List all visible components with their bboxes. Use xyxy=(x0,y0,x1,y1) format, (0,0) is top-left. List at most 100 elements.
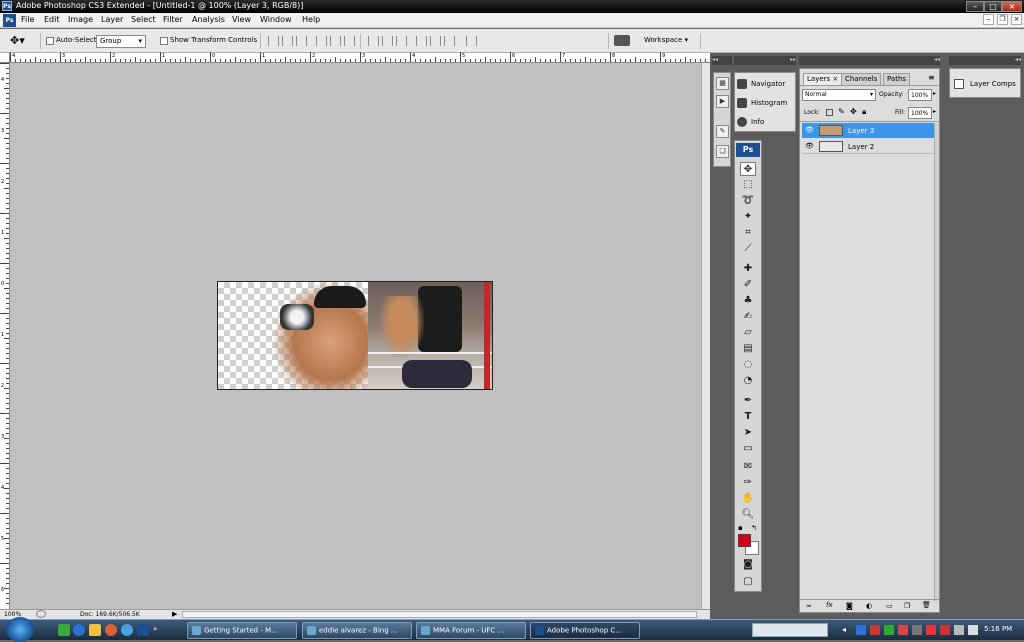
quicklaunch-overflow-icon[interactable]: » xyxy=(153,625,157,633)
menu-analysis[interactable]: Analysis xyxy=(192,15,225,24)
maximize-icon[interactable]: □ xyxy=(984,1,1002,12)
align-right-icon[interactable] xyxy=(344,36,355,46)
ruler-top[interactable]: 4 3 2 1 0 1 2 3 4 5 6 7 8 9 xyxy=(10,52,710,63)
distribute-hcenter-icon[interactable] xyxy=(430,36,441,46)
taskbar-search-box[interactable] xyxy=(752,623,828,637)
align-vcenter-icon[interactable] xyxy=(282,36,293,46)
status-menu-arrow-icon[interactable]: ▶ xyxy=(172,610,177,618)
task-button[interactable]: MMA Forum - UFC ... xyxy=(416,622,526,639)
minimize-icon[interactable]: – xyxy=(966,1,984,12)
menu-file[interactable]: File xyxy=(21,15,34,24)
layer-row-2[interactable]: 👁︎ Layer 2 xyxy=(802,139,936,154)
shape-tool-icon[interactable]: ▭ xyxy=(740,442,756,456)
history-brush-tool-icon[interactable]: ✍ xyxy=(740,310,756,324)
tab-paths[interactable]: Paths xyxy=(883,73,911,85)
lock-position-icon[interactable]: ✥ xyxy=(850,107,857,116)
blend-mode-dropdown[interactable]: Normal ▾ xyxy=(802,89,876,101)
quicklaunch-desktop-icon[interactable] xyxy=(58,624,70,636)
vertical-scrollbar[interactable] xyxy=(701,63,710,609)
status-info-icon[interactable] xyxy=(36,610,46,618)
menu-view[interactable]: View xyxy=(232,15,251,24)
distribute-vcenter-icon[interactable] xyxy=(382,36,393,46)
tray-expand-icon[interactable]: ◂ xyxy=(842,625,846,634)
distribute-top-icon[interactable] xyxy=(368,36,379,46)
clone-source-icon[interactable]: ❏ xyxy=(716,145,729,158)
auto-select-checkbox[interactable] xyxy=(46,37,54,45)
magic-wand-tool-icon[interactable]: ✦ xyxy=(740,210,756,224)
dock-collapse-icon-1[interactable]: ◂◂ xyxy=(712,56,732,65)
menu-filter[interactable]: Filter xyxy=(163,15,183,24)
info-item[interactable]: Info xyxy=(737,117,764,127)
marquee-tool-icon[interactable]: ⬚ xyxy=(740,178,756,192)
lock-pixels-icon[interactable]: ✎ xyxy=(838,107,845,116)
layer-comps-panel[interactable]: Layer Comps xyxy=(949,68,1021,98)
auto-align-icon[interactable] xyxy=(466,36,477,46)
tab-channels[interactable]: Channels xyxy=(841,73,882,85)
screen-mode-icon[interactable]: ▢ xyxy=(740,575,756,589)
notes-tool-icon[interactable]: ✉ xyxy=(740,460,756,474)
align-bottom-icon[interactable] xyxy=(296,36,307,46)
menu-edit[interactable]: Edit xyxy=(44,15,60,24)
align-left-icon[interactable] xyxy=(316,36,327,46)
visibility-eye-icon[interactable]: 👁︎ xyxy=(805,142,814,150)
quicklaunch-ie2-icon[interactable] xyxy=(121,624,133,636)
mask-icon[interactable]: ◙ xyxy=(846,602,853,610)
fill-field[interactable]: 100% xyxy=(908,107,932,119)
tray-icon-2[interactable] xyxy=(870,625,880,635)
tray-icon-5[interactable] xyxy=(912,625,922,635)
tray-icon-3[interactable] xyxy=(884,625,894,635)
navigator-item[interactable]: Navigator xyxy=(737,79,785,89)
quick-mask-icon[interactable]: ◙ xyxy=(740,558,756,572)
quicklaunch-ps-icon[interactable] xyxy=(137,624,149,636)
swap-colors-icon[interactable]: ↰ xyxy=(751,524,757,532)
adjustment-icon[interactable]: ◐ xyxy=(866,602,872,610)
distribute-bottom-icon[interactable] xyxy=(396,36,407,46)
opacity-arrow-icon[interactable]: ▸ xyxy=(933,90,936,97)
blur-tool-icon[interactable]: ◌ xyxy=(740,358,756,372)
bridge-icon[interactable] xyxy=(614,35,630,46)
zoom-tool-icon[interactable]: 🔍︎ xyxy=(740,508,756,522)
quicklaunch-ie-icon[interactable] xyxy=(73,624,85,636)
tray-icon-4[interactable] xyxy=(898,625,908,635)
menu-window[interactable]: Window xyxy=(260,15,292,24)
lock-all-icon[interactable]: 🔒︎ xyxy=(862,107,866,117)
slice-tool-icon[interactable]: ⟋ xyxy=(740,242,756,256)
lock-transparency-icon[interactable] xyxy=(826,109,833,116)
dodge-tool-icon[interactable]: ◔ xyxy=(740,374,756,388)
auto-select-dropdown[interactable]: Group ▾ xyxy=(96,35,146,48)
brushes-panel-icon[interactable]: ▦ xyxy=(716,77,729,90)
lasso-tool-icon[interactable]: ➰ xyxy=(740,194,756,208)
histogram-item[interactable]: Histogram xyxy=(737,98,787,108)
group-icon[interactable]: ▭ xyxy=(886,602,893,610)
doc-restore-icon[interactable]: ❐ xyxy=(997,14,1008,25)
clock[interactable]: 5:16 PM xyxy=(984,625,1012,633)
eraser-tool-icon[interactable]: ▱ xyxy=(740,326,756,340)
network-icon[interactable] xyxy=(954,625,964,635)
doc-close-icon[interactable]: × xyxy=(1011,14,1022,25)
dock-collapse-icon-4[interactable]: ◂◂ xyxy=(949,56,1021,65)
tab-layers[interactable]: Layers × xyxy=(803,73,843,85)
close-icon[interactable]: × xyxy=(1002,1,1022,12)
trash-icon[interactable]: 🗑︎ xyxy=(922,601,931,609)
path-selection-tool-icon[interactable]: ➤ xyxy=(740,426,756,440)
panel-menu-icon[interactable]: ≡ xyxy=(928,73,935,82)
distribute-left-icon[interactable] xyxy=(416,36,427,46)
horizontal-scrollbar[interactable] xyxy=(182,611,697,618)
eyedropper-tool-icon[interactable]: ✑ xyxy=(740,476,756,490)
workspace-button[interactable]: Workspace ▾ xyxy=(644,36,688,44)
transform-controls-checkbox[interactable] xyxy=(160,37,168,45)
healing-brush-tool-icon[interactable]: ✚ xyxy=(740,262,756,276)
foreground-color-swatch[interactable] xyxy=(738,534,751,547)
dock-collapse-icon-2[interactable]: ▸▸ xyxy=(734,56,796,65)
document-canvas[interactable] xyxy=(217,281,493,390)
tray-icon-7[interactable] xyxy=(940,625,950,635)
type-tool-icon[interactable]: T xyxy=(740,410,756,424)
fx-icon[interactable]: fx xyxy=(826,601,833,609)
brush-tool-icon[interactable]: ✐ xyxy=(740,278,756,292)
layer-row-3[interactable]: 👁︎ Layer 3 xyxy=(802,123,936,138)
move-tool-icon[interactable]: ✥ xyxy=(740,162,756,176)
task-button[interactable]: Getting Started - M... xyxy=(187,622,297,639)
menu-image[interactable]: Image xyxy=(68,15,93,24)
ruler-left[interactable]: 4 3 2 1 0 1 2 3 4 5 6 xyxy=(0,63,10,609)
quicklaunch-folder-icon[interactable] xyxy=(89,624,101,636)
